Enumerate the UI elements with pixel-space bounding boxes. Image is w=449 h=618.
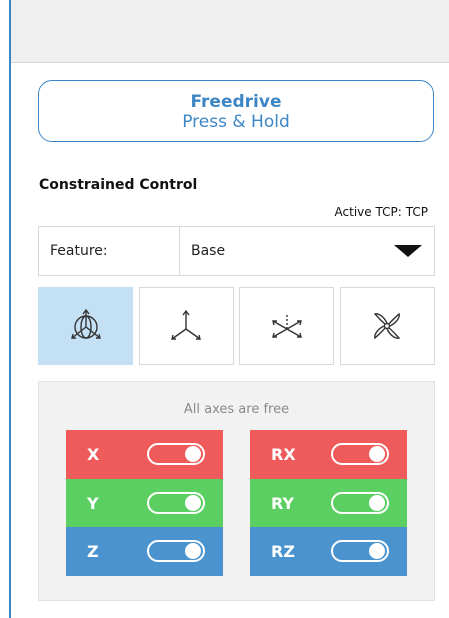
axis-label-y: Y: [87, 493, 99, 513]
constraint-mode-group: [38, 287, 435, 365]
active-tcp-value: TCP: [405, 205, 428, 219]
free-axes-icon: [70, 308, 101, 339]
mode-free-button[interactable]: [38, 287, 133, 365]
axis-toggle-x[interactable]: [147, 443, 205, 465]
axis-row-ry: RY: [250, 479, 407, 527]
axis-toggle-rz[interactable]: [331, 540, 389, 562]
feature-dropdown[interactable]: Base: [180, 227, 434, 275]
feature-label: Feature:: [39, 227, 180, 275]
mode-plane-button[interactable]: [138, 287, 234, 365]
dropdown-arrow-icon: [394, 245, 422, 257]
toggle-knob: [369, 446, 385, 462]
active-tcp-indicator: Active TCP: TCP: [335, 205, 428, 219]
mode-translation-button[interactable]: [239, 287, 335, 365]
active-tcp-label: Active TCP:: [334, 205, 402, 219]
axis-label-ry: RY: [271, 493, 295, 513]
translation-axes-icon: [271, 315, 302, 338]
translation-axes-column: X Y Z: [66, 430, 223, 576]
freedrive-label: Freedrive: [190, 92, 282, 112]
axes-status-message: All axes are free: [183, 402, 290, 417]
freedrive-button[interactable]: Freedrive Press & Hold: [38, 80, 434, 142]
axis-label-rz: RZ: [271, 542, 295, 561]
rotation-icon: [374, 312, 401, 340]
feature-selected-value: Base: [191, 243, 226, 259]
mode-rotation-button[interactable]: [339, 287, 435, 365]
axis-row-x: X: [66, 430, 223, 479]
toggle-knob: [185, 543, 201, 559]
section-title: Constrained Control: [39, 177, 198, 193]
toggle-knob: [185, 495, 201, 511]
toggle-knob: [185, 446, 201, 462]
axis-row-z: Z: [66, 527, 223, 576]
axis-row-rz: RZ: [250, 527, 407, 576]
axis-row-y: Y: [66, 479, 223, 527]
feature-row: Feature: Base: [38, 226, 435, 276]
axis-label-x: X: [87, 445, 100, 464]
plane-axes-icon: [171, 309, 202, 340]
toggle-knob: [369, 543, 385, 559]
axis-toggle-rx[interactable]: [331, 443, 389, 465]
rotation-axes-column: RX RY RZ: [250, 430, 407, 576]
axis-toggle-ry[interactable]: [331, 492, 389, 514]
axis-label-z: Z: [87, 542, 99, 561]
axis-row-rx: RX: [250, 430, 407, 479]
axis-toggle-y[interactable]: [147, 492, 205, 514]
axes-panel: All axes are free X Y Z RX RY RZ: [38, 381, 435, 601]
panel-left-border: [9, 0, 11, 618]
freedrive-sublabel: Press & Hold: [182, 112, 290, 132]
toggle-knob: [369, 495, 385, 511]
axis-toggle-z[interactable]: [147, 540, 205, 562]
axis-label-rx: RX: [271, 445, 296, 464]
top-bar: [11, 0, 449, 63]
